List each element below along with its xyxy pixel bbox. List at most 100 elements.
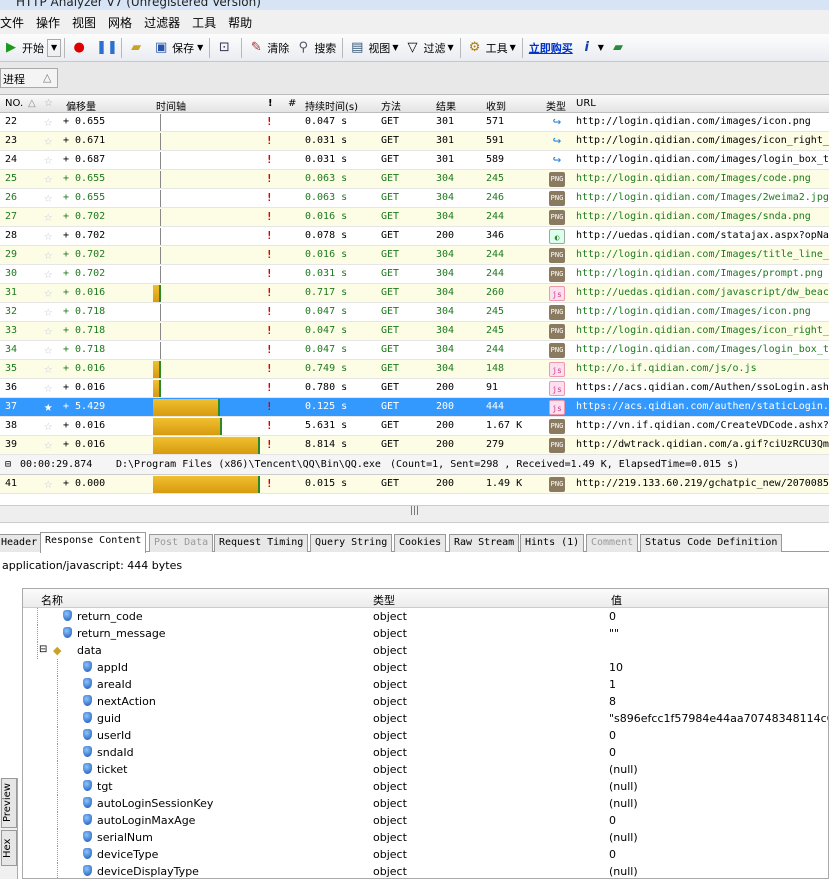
tree-row[interactable]: sndaId object 0	[23, 744, 828, 761]
tab-post-data[interactable]: Post Data	[149, 534, 214, 552]
favorite-star-icon[interactable]: ☆	[44, 285, 52, 301]
table-row[interactable]: ☆ 31 + 0.016! 0.717 s GET 304 260 js http://ueda…	[0, 284, 829, 303]
menu-tools[interactable]: 工具	[186, 14, 222, 31]
table-row[interactable]: ☆ 34 + 0.718! 0.047 s GET 304 244 PNG http://log…	[0, 341, 829, 360]
table-row[interactable]: ★ 37 + 5.429! 0.125 s GET 200 444 js https://acs…	[0, 398, 829, 417]
favorite-star-icon[interactable]: ★	[44, 399, 52, 415]
search-button[interactable]: ⚲ 搜索	[292, 37, 339, 59]
menu-view[interactable]: 视图	[66, 14, 102, 31]
tab-comment[interactable]: Comment	[586, 534, 639, 552]
col-timeline[interactable]: 时间轴	[156, 98, 186, 113]
table-row[interactable]: ☆ 24 + 0.687! 0.031 s GET 301 589 ↪ http://login…	[0, 151, 829, 170]
tree-row[interactable]: return_code object 0	[23, 608, 828, 625]
tree-row[interactable]: ticket object (null)	[23, 761, 828, 778]
table-row[interactable]: ☆ 27 + 0.702! 0.016 s GET 304 244 PNG http://log…	[0, 208, 829, 227]
tree-row[interactable]: autoLoginMaxAge object 0	[23, 812, 828, 829]
tab-request-timing[interactable]: Request Timing	[214, 534, 309, 552]
table-row[interactable]: ☆ 29 + 0.702! 0.016 s GET 304 244 PNG http://log…	[0, 246, 829, 265]
tab-query-string[interactable]: Query String	[310, 534, 393, 552]
start-dropdown[interactable]: ▼	[47, 38, 62, 57]
pause-button[interactable]: ❚❚	[93, 37, 118, 59]
tab-header[interactable]: Header	[0, 534, 43, 552]
col-no[interactable]: NO.	[5, 98, 23, 109]
favorite-star-icon[interactable]: ☆	[44, 228, 52, 244]
col-result[interactable]: 结果	[436, 98, 456, 113]
capture-button[interactable]: ⊡	[213, 37, 238, 59]
tree-row[interactable]: deviceDisplayType object (null)	[23, 863, 828, 878]
favorite-star-icon[interactable]: ☆	[44, 323, 52, 339]
table-row[interactable]: ☆ 41 + 0.000! 0.015 s GET 200 1.49 K PNG http://…	[0, 475, 829, 494]
col-bang[interactable]: !	[268, 98, 273, 109]
col-offset[interactable]: 偏移量	[66, 98, 96, 113]
menu-filter[interactable]: 过滤器	[138, 14, 186, 31]
favorite-star-icon[interactable]: ☆	[44, 342, 52, 358]
info-button[interactable]: i ▼	[576, 37, 607, 59]
favorite-star-icon[interactable]: ☆	[44, 152, 52, 168]
favorite-star-icon[interactable]: ☆	[44, 114, 52, 130]
tree-row[interactable]: areaId object 1	[23, 676, 828, 693]
open-button[interactable]: ▰	[125, 37, 150, 59]
save-button[interactable]: ▣ 保存 ▼	[150, 37, 206, 59]
tree-col-type[interactable]: 类型	[373, 592, 395, 608]
buy-now-link[interactable]: 立即购买	[526, 37, 576, 59]
tab-cookies[interactable]: Cookies	[394, 534, 447, 552]
menu-file[interactable]: 文件	[0, 14, 30, 31]
filter-button[interactable]: ▽ 过滤 ▼	[401, 37, 456, 59]
col-type[interactable]: 类型	[546, 98, 566, 113]
collapse-icon[interactable]: ⊟	[39, 644, 47, 655]
pane-splitter[interactable]: |||	[0, 505, 829, 523]
favorite-star-icon[interactable]: ☆	[44, 133, 52, 149]
favorite-star-icon[interactable]: ☆	[44, 437, 52, 453]
tree-row[interactable]: appId object 10	[23, 659, 828, 676]
favorite-star-icon[interactable]: ☆	[44, 266, 52, 282]
table-row[interactable]: ☆ 23 + 0.671! 0.031 s GET 301 591 ↪ http://login…	[0, 132, 829, 151]
col-hash[interactable]: #	[288, 98, 296, 109]
table-row[interactable]: ☆ 38 + 0.016! 5.631 s GET 200 1.67 K PNG http://…	[0, 417, 829, 436]
tab-response-content[interactable]: Response Content	[40, 532, 147, 553]
tree-row[interactable]: tgt object (null)	[23, 778, 828, 795]
table-row[interactable]: ☆ 22 + 0.655! 0.047 s GET 301 571 ↪ http://login…	[0, 113, 829, 132]
favorite-star-icon[interactable]: ☆	[44, 380, 52, 396]
tree-row[interactable]: nextAction object 8	[23, 693, 828, 710]
menu-action[interactable]: 操作	[30, 14, 66, 31]
process-filter-box[interactable]: 进程 △	[0, 68, 58, 88]
process-group-row[interactable]: ⊟ 00:00:29.874 D:\Program Files (x86)\Tenc…	[0, 455, 829, 475]
tab-preview[interactable]: Preview	[1, 778, 17, 828]
tree-row[interactable]: serialNum object (null)	[23, 829, 828, 846]
tree-row[interactable]: return_message object ""	[23, 625, 828, 642]
tree-col-name[interactable]: 名称	[41, 592, 63, 608]
col-url[interactable]: URL	[576, 98, 596, 109]
table-row[interactable]: ☆ 39 + 0.016! 8.814 s GET 200 279 PNG http://dwt…	[0, 436, 829, 455]
col-method[interactable]: 方法	[381, 98, 401, 113]
clear-button[interactable]: ✎ 清除	[245, 37, 292, 59]
tree-row[interactable]: deviceType object 0	[23, 846, 828, 863]
table-row[interactable]: ☆ 32 + 0.718! 0.047 s GET 304 245 PNG http://log…	[0, 303, 829, 322]
favorite-star-icon[interactable]: ☆	[44, 190, 52, 206]
table-row[interactable]: ☆ 36 + 0.016! 0.780 s GET 200 91 js https://acs.…	[0, 379, 829, 398]
favorite-star-icon[interactable]: ☆	[44, 209, 52, 225]
tree-row[interactable]: ⊟ ◆ data object	[23, 642, 828, 659]
table-row[interactable]: ☆ 26 + 0.655! 0.063 s GET 304 246 PNG http://log…	[0, 189, 829, 208]
tab-hex[interactable]: Hex	[1, 830, 17, 866]
tree-row[interactable]: guid object "s896efcc1f57984e44aa707483481…	[23, 710, 828, 727]
tree-row[interactable]: autoLoginSessionKey object (null)	[23, 795, 828, 812]
table-row[interactable]: ☆ 25 + 0.655! 0.063 s GET 304 245 PNG http://log…	[0, 170, 829, 189]
start-button[interactable]: ▶ 开始	[0, 37, 47, 59]
menu-grid[interactable]: 网格	[102, 14, 138, 31]
table-row[interactable]: ☆ 33 + 0.718! 0.047 s GET 304 245 PNG http://log…	[0, 322, 829, 341]
favorite-star-icon[interactable]: ☆	[44, 476, 52, 492]
table-row[interactable]: ☆ 28 + 0.702! 0.078 s GET 200 346 ◐ http://uedas…	[0, 227, 829, 246]
favorite-star-icon[interactable]: ☆	[44, 247, 52, 263]
favorite-star-icon[interactable]: ☆	[44, 171, 52, 187]
tree-col-value[interactable]: 值	[611, 592, 622, 608]
tab-hints[interactable]: Hints (1)	[520, 534, 585, 552]
favorite-star-icon[interactable]: ☆	[44, 304, 52, 320]
stop-button[interactable]: ●	[68, 37, 93, 59]
tab-raw-stream[interactable]: Raw Stream	[449, 534, 520, 552]
help-book-button[interactable]: ▰	[607, 37, 632, 59]
table-row[interactable]: ☆ 30 + 0.702! 0.031 s GET 304 244 PNG http://log…	[0, 265, 829, 284]
favorite-star-icon[interactable]: ☆	[44, 418, 52, 434]
tab-status-code-definition[interactable]: Status Code Definition	[640, 534, 783, 552]
tools-button[interactable]: ⚙ 工具 ▼	[464, 37, 519, 59]
col-received[interactable]: 收到	[486, 98, 506, 113]
